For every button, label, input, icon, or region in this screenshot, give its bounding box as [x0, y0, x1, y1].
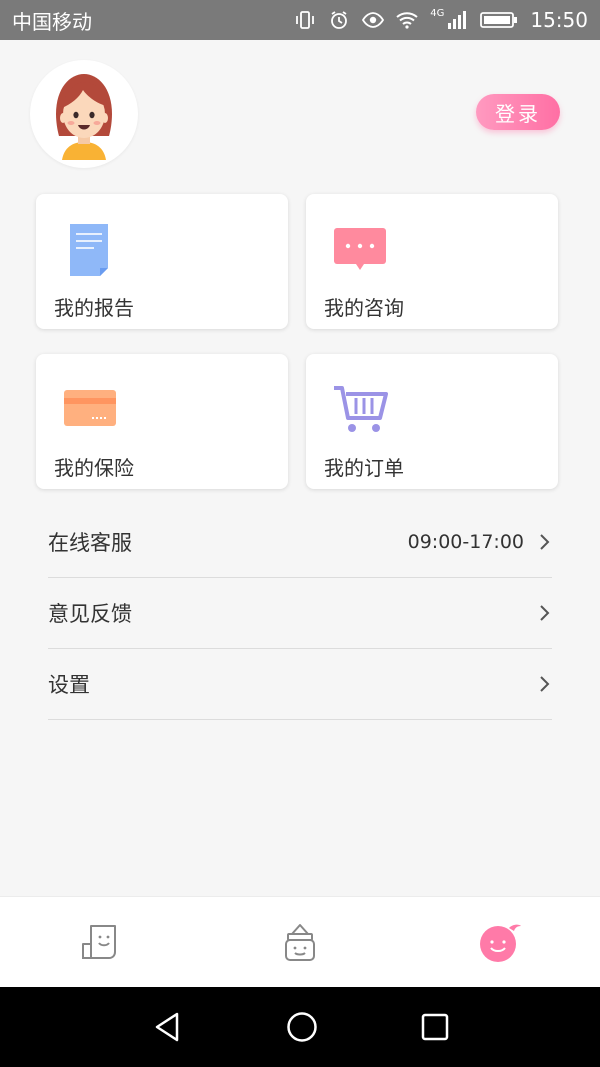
row-label: 设置 [48, 673, 90, 697]
tab-me[interactable] [400, 897, 600, 987]
clock: 15:50 [530, 8, 588, 32]
home-circle-icon[interactable] [286, 1011, 318, 1043]
wifi-icon [396, 12, 418, 29]
chat-bubble-icon [334, 228, 386, 270]
card-label: 我的订单 [324, 456, 404, 480]
row-label: 意见反馈 [48, 602, 132, 626]
card-label: 我的保险 [54, 456, 134, 480]
signal-icon [448, 11, 467, 29]
login-button[interactable]: 登录 [476, 94, 560, 130]
tab-shop[interactable] [200, 897, 400, 987]
row-label: 在线客服 [48, 531, 132, 555]
pink-face-icon [480, 924, 521, 962]
bottle-icon [285, 924, 315, 961]
chevron-right-icon [540, 605, 550, 621]
bottom-tab-bar [0, 896, 600, 987]
card-label: 我的报告 [54, 296, 134, 320]
cart-icon [334, 386, 388, 432]
card-my-order[interactable]: 我的订单 [306, 354, 558, 489]
avatar[interactable] [30, 60, 138, 168]
settings-list: 在线客服 09:00-17:00 意见反馈 设置 [48, 507, 552, 720]
network-type: 4G [430, 7, 445, 19]
card-my-insurance[interactable]: 我的保险 [36, 354, 288, 489]
list-item-online-service[interactable]: 在线客服 09:00-17:00 [48, 507, 552, 578]
avatar-girl-icon [56, 74, 112, 160]
status-icons: 4G 15:50 [294, 8, 588, 32]
carrier-name: 中国移动 [12, 9, 92, 34]
list-item-settings[interactable]: 设置 [48, 649, 552, 720]
recent-apps-icon[interactable] [421, 1013, 449, 1041]
smile-doc-icon [82, 925, 116, 959]
eye-icon [362, 12, 385, 28]
system-nav-bar [0, 987, 600, 1067]
status-bar: 中国移动 4G 15:50 [0, 0, 600, 40]
back-icon[interactable] [151, 1011, 183, 1043]
vibrate-icon [296, 11, 315, 29]
chevron-right-icon [540, 676, 550, 692]
alarm-icon [331, 11, 348, 29]
card-my-consult[interactable]: 我的咨询 [306, 194, 558, 329]
list-item-feedback[interactable]: 意见反馈 [48, 578, 552, 649]
card-icon [64, 390, 116, 426]
report-document-icon [70, 224, 108, 276]
card-label: 我的咨询 [324, 296, 404, 320]
chevron-right-icon [540, 534, 550, 550]
service-hours: 09:00-17:00 [407, 531, 524, 553]
tab-home[interactable] [0, 897, 200, 987]
battery-icon [480, 12, 518, 28]
card-my-report[interactable]: 我的报告 [36, 194, 288, 329]
